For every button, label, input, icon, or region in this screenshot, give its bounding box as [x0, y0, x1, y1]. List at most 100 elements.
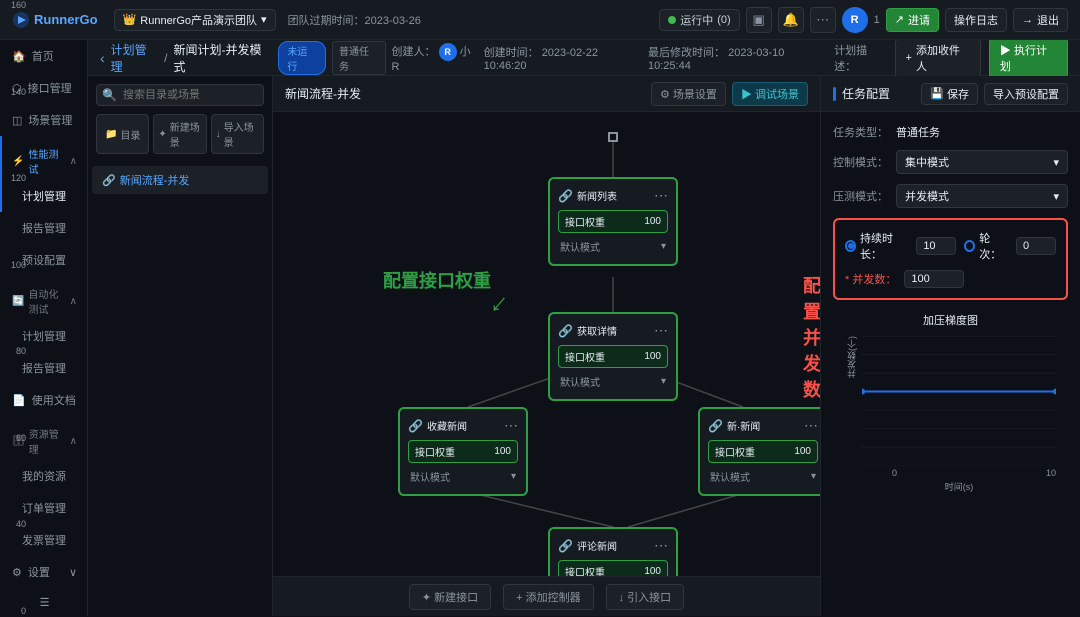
weight-field: 接口权重 100 [408, 440, 518, 463]
expire-label: 团队过期时间：2023-03-26 [288, 12, 421, 28]
node-icon: 🔗 [708, 419, 723, 433]
scene-settings-button[interactable]: ⚙ 场景设置 [651, 82, 726, 106]
concur-row: * 并发数： [845, 270, 1056, 288]
comment-news-node[interactable]: 🔗 评论新闻 ⋯ 接口权重 100 默认模式 ▾ [548, 527, 678, 576]
user-avatar: R [842, 7, 868, 33]
topbar: RunnerGo 👑 RunnerGo产品演示团队 ▾ 团队过期时间：2023-… [0, 0, 1080, 40]
mode-dropdown[interactable]: 默认模式 ▾ [708, 467, 818, 486]
import-scene-button[interactable]: ↓ 导入场景 [211, 114, 264, 154]
bell-icon-btn[interactable]: 🔔 [778, 7, 804, 33]
rounds-radio[interactable]: 轮次： [964, 230, 1008, 262]
get-detail-node[interactable]: 🔗 获取详情 ⋯ 接口权重 100 默认模式 ▾ [548, 312, 678, 401]
new-interface-button[interactable]: ✦ 新建接口 [409, 584, 491, 610]
node-menu[interactable]: ⋯ [654, 187, 668, 204]
creator-info: 创建人： R 小R [392, 43, 478, 73]
select-arrow: ▾ [1053, 156, 1059, 169]
topbar-right: 运行中 (0) ▣ 🔔 ⋯ R 1 ↗ 进请 操作日志 → 退出 [659, 7, 1068, 33]
enter-button[interactable]: ↗ 进请 [886, 8, 939, 32]
duration-row: 持续时长： 轮次： [845, 230, 1056, 262]
node-icon: 🔗 [558, 539, 573, 553]
add-controller-button[interactable]: + 添加控制器 [503, 584, 593, 610]
breadcrumb-plan-link[interactable]: 计划管理 [111, 41, 158, 75]
node-menu[interactable]: ⋯ [504, 417, 518, 434]
news-list-node[interactable]: 🔗 新闻列表 ⋯ 接口权重 100 默认模式 ▾ [548, 177, 678, 266]
import-interface-button[interactable]: ↓ 引入接口 [606, 584, 685, 610]
user-count: 1 [874, 14, 880, 26]
config-panel: 任务配置 💾 保存 导入预设配置 任务类型： 普通任务 [820, 76, 1080, 616]
enter-icon: ↗ [895, 13, 904, 26]
scene-item[interactable]: 🔗 新闻流程-并发 [92, 166, 268, 194]
expand-icon: ☰ [40, 596, 50, 609]
control-mode-select[interactable]: 集中模式 ▾ [896, 150, 1068, 174]
config-body: 任务类型： 普通任务 控制模式： 集中模式 ▾ 压测模式： [821, 112, 1080, 517]
control-mode-row: 控制模式： 集中模式 ▾ [833, 150, 1068, 174]
panel-indicator [833, 87, 836, 101]
new-news-node[interactable]: 🔗 新·新闻 ⋯ 接口权重 100 默认模式 ▾ [698, 407, 820, 496]
rounds-input[interactable] [1016, 237, 1056, 255]
pressure-config-box: 持续时长： 轮次： * 并发数： [833, 218, 1068, 300]
dropdown-arrow: ▾ [811, 471, 816, 482]
save-icon: 💾 [930, 87, 944, 100]
grid-icon-btn[interactable]: ⋯ [810, 7, 836, 33]
canvas-toolbar-right: ⚙ 场景设置 ▶ 调试场景 [651, 82, 808, 106]
canvas-toolbar: 新闻流程-并发 ⚙ 场景设置 ▶ 调试场景 [273, 76, 820, 112]
chart-section: 加压梯度图 并发数(个) 160 140 120 [833, 312, 1068, 505]
breadcrumb-sep: / [164, 51, 167, 65]
exit-icon: → [1022, 14, 1033, 26]
scene-item-icon: 🔗 [102, 174, 116, 187]
weight-field: 接口权重 100 [558, 210, 668, 233]
mode-dropdown[interactable]: 默认模式 ▾ [558, 372, 668, 391]
exit-button[interactable]: → 退出 [1013, 8, 1068, 32]
search-icon: 🔍 [102, 88, 117, 102]
running-dot [668, 16, 676, 24]
breadcrumb-actions: + 添加收件人 ▶ 执行计划 [895, 40, 1068, 78]
dropdown-arrow: ▾ [511, 471, 516, 482]
task-type-tag: 普通任务 [332, 41, 386, 75]
duration-radio[interactable]: 持续时长： [845, 230, 908, 262]
chart-y-axis-label: 并发数(个) [845, 336, 858, 386]
exec-plan-button[interactable]: ▶ 执行计划 [989, 40, 1068, 78]
collect-news-node[interactable]: 🔗 收藏新闻 ⋯ 接口权重 100 默认模式 ▾ [398, 407, 528, 496]
weight-field: 接口权重 100 [558, 560, 668, 576]
flow-start-dot [608, 132, 618, 142]
mode-dropdown[interactable]: 默认模式 ▾ [558, 237, 668, 256]
running-status: 运行中 (0) [659, 9, 739, 31]
chart-wrapper: 并发数(个) 160 140 120 100 80 [845, 336, 1056, 493]
breadcrumb-back[interactable]: ‹ [100, 50, 105, 66]
canvas-area: 新闻流程-并发 ⚙ 场景设置 ▶ 调试场景 [273, 76, 820, 616]
duration-input[interactable] [916, 237, 956, 255]
concur-input[interactable] [904, 270, 964, 288]
debug-scene-button[interactable]: ▶ 调试场景 [732, 82, 808, 106]
new-scene-button[interactable]: ✦ 新建场景 [153, 114, 206, 154]
desc-label: 计划描述： [834, 42, 888, 74]
scene-search-input[interactable] [96, 84, 264, 106]
flow-connections [273, 112, 820, 576]
node-menu[interactable]: ⋯ [654, 322, 668, 339]
dropdown-arrow: ▾ [661, 241, 666, 252]
chart-inner: 160 140 120 100 80 60 40 0 [862, 336, 1056, 466]
config-import-button[interactable]: 导入预设配置 [984, 83, 1068, 105]
rounds-radio-dot [964, 240, 975, 252]
node-icon: 🔗 [408, 419, 423, 433]
team-selector[interactable]: 👑 RunnerGo产品演示团队 ▾ [114, 9, 276, 31]
duration-radio-dot [845, 240, 856, 252]
pressure-mode-select[interactable]: 并发模式 ▾ [896, 184, 1068, 208]
add-receiver-button[interactable]: + 添加收件人 [895, 40, 981, 78]
team-chevron: ▾ [261, 13, 267, 26]
monitor-icon-btn[interactable]: ▣ [746, 7, 772, 33]
create-time: 创建时间： 2023-02-22 10:46:20 [484, 44, 642, 72]
ops-log-button[interactable]: 操作日志 [945, 8, 1007, 32]
flow-canvas[interactable]: 🔗 新闻列表 ⋯ 接口权重 100 默认模式 ▾ [273, 112, 820, 576]
chart-plot [862, 336, 1056, 466]
node-icon: 🔗 [558, 189, 573, 203]
new-scene-icon: ✦ [158, 129, 166, 140]
chart-x-label: 时间(s) [862, 480, 1056, 493]
config-panel-header: 任务配置 💾 保存 导入预设配置 [821, 76, 1080, 112]
config-save-button[interactable]: 💾 保存 [921, 83, 978, 105]
node-menu[interactable]: ⋯ [654, 537, 668, 554]
dir-button[interactable]: 📁 目录 [96, 114, 149, 154]
breadcrumb-bar: ‹ 计划管理 / 新闻计划-并发模式 未运行 普通任务 创建人： R 小R 创建… [88, 40, 1080, 76]
node-menu[interactable]: ⋯ [804, 417, 818, 434]
mode-dropdown[interactable]: 默认模式 ▾ [408, 467, 518, 486]
select-arrow: ▾ [1053, 190, 1059, 203]
